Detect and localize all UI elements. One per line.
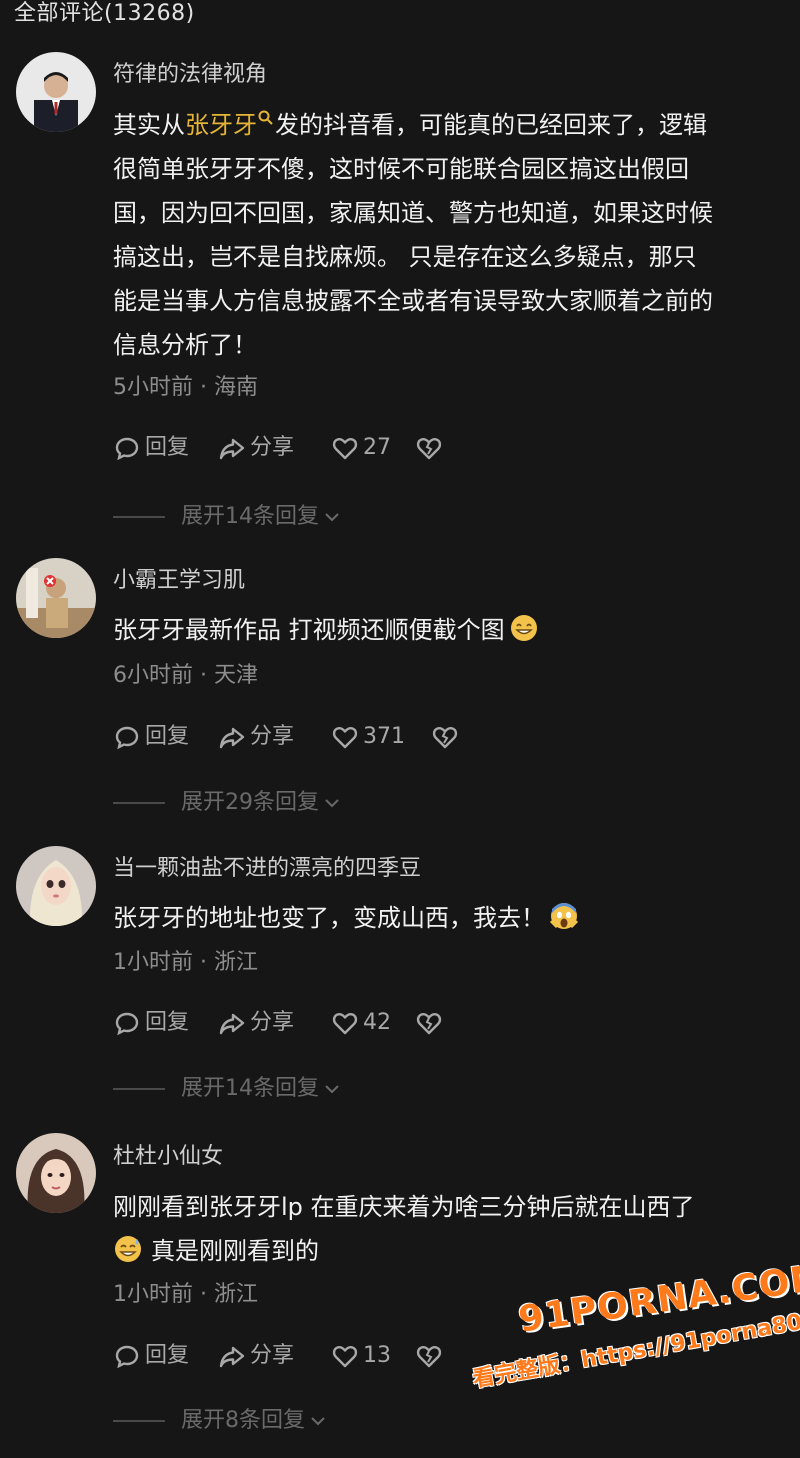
comment-text-segment: 张牙牙最新作品 打视频还顺便截个图 [113,616,505,644]
comment-text: 刚刚看到张牙牙lp 在重庆来着为啥三分钟后就在山西了 真是刚刚看到的 [113,1185,778,1273]
share-label: 分享 [250,724,295,749]
share-button[interactable]: 分享 [218,432,294,464]
expand-replies[interactable]: 展开8条回复 [113,1406,329,1436]
like-button[interactable]: 13 [331,1340,391,1372]
reply-icon [115,726,139,750]
heart-icon [332,437,358,460]
divider-dash [113,1088,165,1090]
comment-text: 张牙牙的地址也变了，变成山西，我去！ [113,896,778,940]
comment-text: 张牙牙最新作品 打视频还顺便截个图 [113,608,778,652]
share-label: 分享 [250,1343,295,1368]
chevron-down-icon [325,799,339,808]
expand-replies[interactable]: 展开14条回复 [113,502,343,532]
like-button[interactable]: 27 [331,432,391,464]
sweat-smile-emoji-icon [115,1236,141,1262]
comment-meta: 1小时前 · 浙江 [113,1282,258,1307]
comment-meta: 5小时前 · 海南 [113,375,258,400]
expand-replies-label: 展开14条回复 [181,1076,319,1101]
reply-label: 回复 [145,1343,190,1368]
expand-replies-label: 展开29条回复 [181,790,319,815]
heart-icon [332,726,358,749]
like-count: 13 [363,1343,391,1368]
like-count: 371 [363,724,405,749]
comment-text-segment: 发的抖音看，可能真的已经回来了，逻辑 [275,111,707,139]
broken-heart-icon [432,726,458,749]
like-count: 27 [363,435,391,460]
reply-icon [115,1345,139,1369]
mention-link[interactable]: 张牙牙 [185,110,275,139]
dislike-button[interactable] [415,1007,447,1039]
comment-text-line: 搞这出，岂不是自找麻烦。 只是存在这么多疑点，那只 [113,243,697,271]
expand-replies-label: 展开8条回复 [181,1408,305,1433]
reply-icon [115,437,139,461]
avatar[interactable] [16,52,96,132]
reply-label: 回复 [145,724,190,749]
expand-replies-label: 展开14条回复 [181,504,319,529]
like-count: 42 [363,1010,391,1035]
share-icon [219,438,245,460]
comment-text-line: 信息分析了！ [113,331,257,359]
comment-username[interactable]: 当一颗油盐不进的漂亮的四季豆 [113,855,421,883]
avatar[interactable] [16,558,96,638]
grin-emoji-icon [510,615,537,641]
share-label: 分享 [250,435,295,460]
chevron-down-icon [325,1085,339,1094]
expand-replies[interactable]: 展开29条回复 [113,788,343,818]
reply-label: 回复 [145,1010,190,1035]
divider-dash [113,802,165,804]
comment-text-segment: 真是刚刚看到的 [151,1237,319,1265]
scream-emoji-icon [549,903,579,929]
dislike-button[interactable] [415,1340,447,1372]
watermark: 91PORNA.COM 看完整版：https://91porna80.com [468,1257,800,1450]
comment-text-line: 刚刚看到张牙牙lp 在重庆来着为啥三分钟后就在山西了 [113,1193,695,1221]
avatar[interactable] [16,1133,96,1213]
comment-username[interactable]: 符律的法律视角 [113,61,267,89]
divider-dash [113,516,165,518]
share-icon [219,1013,245,1035]
chevron-down-icon [311,1417,325,1426]
broken-heart-icon [416,1012,442,1035]
reply-button[interactable]: 回复 [113,1007,189,1039]
like-button[interactable]: 371 [331,721,405,753]
share-icon [219,727,245,749]
divider-dash [113,1420,165,1422]
broken-heart-icon [416,437,442,460]
search-icon [258,110,273,125]
comment-username[interactable]: 小霸王学习肌 [113,567,245,595]
reply-button[interactable]: 回复 [113,721,189,753]
heart-icon [332,1012,358,1035]
comment-text-segment: 其实从 [113,111,185,139]
comment-text-line: 很简单张牙牙不傻，这时候不可能联合园区搞这出假回 [113,155,689,183]
share-button[interactable]: 分享 [218,721,294,753]
comment-text-segment: 张牙牙的地址也变了，变成山西，我去！ [113,904,545,932]
comments-count-header: 全部评论(13268) [14,1,195,26]
reply-icon [115,1012,139,1036]
heart-icon [332,1345,358,1368]
share-button[interactable]: 分享 [218,1007,294,1039]
avatar[interactable] [16,846,96,926]
expand-replies[interactable]: 展开14条回复 [113,1074,343,1104]
comment-text-line: 国，因为回不回国，家属知道、警方也知道，如果这时候 [113,199,713,227]
share-label: 分享 [250,1010,295,1035]
share-button[interactable]: 分享 [218,1340,294,1372]
reply-label: 回复 [145,435,190,460]
comment-username[interactable]: 杜杜小仙女 [113,1143,223,1171]
share-icon [219,1346,245,1368]
chevron-down-icon [325,513,339,522]
like-button[interactable]: 42 [331,1007,391,1039]
dislike-button[interactable] [431,721,463,753]
comment-meta: 6小时前 · 天津 [113,663,258,688]
dislike-button[interactable] [415,432,447,464]
comment-text-line: 能是当事人方信息披露不全或者有误导致大家顺着之前的 [113,287,713,315]
broken-heart-icon [416,1345,442,1368]
comment-text: 其实从张牙牙 发的抖音看，可能真的已经回来了，逻辑 很简单张牙牙不傻，这时候不可能… [113,103,778,367]
comment-meta: 1小时前 · 浙江 [113,950,258,975]
reply-button[interactable]: 回复 [113,1340,189,1372]
reply-button[interactable]: 回复 [113,432,189,464]
